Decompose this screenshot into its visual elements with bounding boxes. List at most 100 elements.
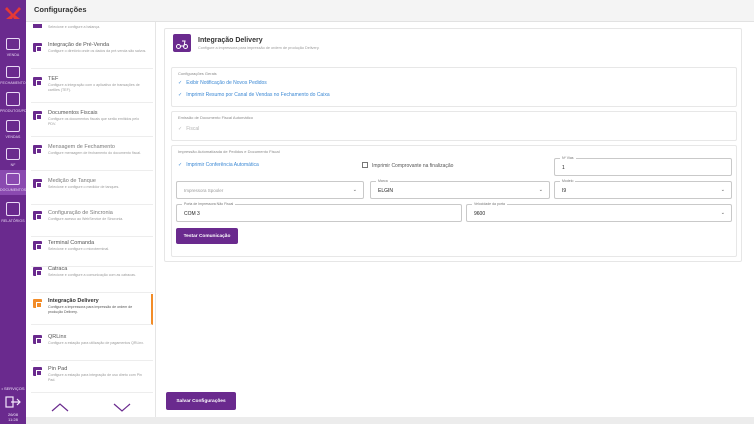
brand-select[interactable]: Marca ELGIN ⌄ xyxy=(370,179,550,199)
clock-time: 11:28 xyxy=(8,417,18,422)
list-item-title: Documentos Fiscais xyxy=(48,110,98,116)
nf-icon xyxy=(6,148,20,160)
list-item-medicao-tanque[interactable]: Medição de Tanque Selecione e configure … xyxy=(31,174,153,205)
show-notifications-option[interactable]: ✓ Exibir Notificação de Novos Pedidos xyxy=(178,80,267,86)
products-icon xyxy=(6,92,20,106)
list-item-integracao-delivery[interactable]: Integração Delivery Configure a impresso… xyxy=(31,294,153,325)
rail-item-label: RELATÓRIOS xyxy=(1,219,25,223)
fiscal-option[interactable]: ✓ Fiscal xyxy=(178,126,199,132)
list-item-desc: Configure o diretório onde os dados da p… xyxy=(48,49,147,53)
print-section: Impressão Automatizada de Pedidos e Docu… xyxy=(171,145,737,257)
delivery-icon xyxy=(173,34,191,52)
list-item-pin-pad[interactable]: Pin Pad Configure a estação para integra… xyxy=(31,362,153,393)
list-item-qrlinx[interactable]: QRLinx Configure a estação para utilizaç… xyxy=(31,330,153,361)
field-label: Marca xyxy=(376,179,390,183)
check-icon: ✓ xyxy=(178,80,183,86)
list-item-title: Integração de Pré-Venda xyxy=(48,42,110,48)
rail-item-label: VENDAS xyxy=(5,135,21,139)
option-label: Imprimir Resumo por Canal de Vendas no F… xyxy=(186,92,330,98)
field-label: Porta de Impressora Não Fiscal xyxy=(182,202,236,206)
checkbox-icon[interactable] xyxy=(362,162,368,168)
page-title: Configurações xyxy=(34,5,87,14)
message-icon xyxy=(33,145,42,154)
chevron-down-icon[interactable] xyxy=(112,401,132,413)
list-item-sincronia[interactable]: Configuração de Sincronia Configure aces… xyxy=(31,206,153,237)
list-item-tef[interactable]: TEF Configure a integração com o aplicat… xyxy=(31,72,153,103)
list-item-title: Medição de Tanque xyxy=(48,178,96,184)
reports-icon xyxy=(6,202,20,216)
fiscal-document-icon xyxy=(33,111,42,120)
chevron-down-icon: ⌄ xyxy=(352,187,357,193)
documents-icon xyxy=(6,173,20,185)
settings-panel: Integração Delivery Configure a impresso… xyxy=(160,22,754,417)
list-item-catraca[interactable]: Catraca Selecione e configure a comunica… xyxy=(31,262,153,293)
port-speed-select[interactable]: Velocidade da porta 9600 ⌄ xyxy=(466,202,732,222)
rail-item-label: DOCUMENTOS xyxy=(0,188,27,192)
list-item-desc: Configure acesso ao WebService de Sincro… xyxy=(48,217,124,221)
save-settings-button[interactable]: Salvar Configurações xyxy=(166,392,236,410)
spooler-select[interactable]: Impressora Spooler ⌄ xyxy=(176,181,364,199)
list-item-title: Configuração de Sincronia xyxy=(48,210,113,216)
rail-item-produtos[interactable]: PRODUTOS/PDV xyxy=(0,92,29,113)
field-value: 9600 xyxy=(474,211,486,217)
list-item-documentos-fiscais[interactable]: Documentos Fiscais Configure os document… xyxy=(31,106,153,137)
section-title: Configurações Gerais xyxy=(178,71,217,76)
clock: 26/08 11:28 xyxy=(0,412,26,422)
pre-sale-icon xyxy=(33,43,42,52)
list-item-title: Integração Delivery xyxy=(48,298,99,304)
field-value: ELGIN xyxy=(378,188,394,194)
list-item-desc: Configure a estação para integração de u… xyxy=(48,373,142,382)
card-icon xyxy=(33,77,42,86)
turnstile-icon xyxy=(33,267,42,276)
delivery-card: Integração Delivery Configure a impresso… xyxy=(164,28,742,262)
print-receipt-option[interactable]: Imprimir Comprovante na finalização xyxy=(362,162,453,169)
field-value: I9 xyxy=(562,188,567,194)
print-conference-option[interactable]: ✓ Imprimir Conferência Automática xyxy=(178,162,259,168)
rail-item-vendas[interactable]: VENDAS xyxy=(0,120,26,139)
list-item-desc: Selecione e configure o medidor de tanqu… xyxy=(48,185,120,189)
option-label: Fiscal xyxy=(186,126,200,132)
list-item-title: QRLinx xyxy=(48,334,67,340)
rail-item-label: NF xyxy=(10,163,16,167)
card-title: Integração Delivery xyxy=(198,37,263,44)
list-item-desc: Selecione e configure a comunicação com … xyxy=(48,273,136,277)
chevron-up-icon[interactable] xyxy=(50,401,70,413)
port-field[interactable]: Porta de Impressora Não Fiscal COM 3 xyxy=(176,202,462,222)
check-icon: ✓ xyxy=(178,126,183,132)
list-item[interactable]: Selecione e configure a balança. xyxy=(31,22,153,32)
terminal-icon xyxy=(33,241,42,250)
scale-icon xyxy=(33,24,42,28)
list-item-desc: Configure a integração com o aplicativo … xyxy=(48,83,140,92)
card-subtitle: Configure a impressora para impressão de… xyxy=(198,46,320,50)
list-item-title: Terminal Comanda xyxy=(48,240,95,246)
list-item-desc: Configure os documentos fiscais que serã… xyxy=(48,117,140,126)
rail-item-label: VENDA xyxy=(6,53,20,57)
chevron-down-icon: ⌄ xyxy=(720,187,725,193)
list-item-mensagem-fechamento[interactable]: Mensagem de Fechamento Configure mensage… xyxy=(31,140,153,171)
test-communication-button[interactable]: Testar Comunicação xyxy=(176,228,238,244)
app-logo-icon xyxy=(5,7,21,19)
list-item-title: TEF xyxy=(48,76,59,82)
sales-icon xyxy=(6,120,20,132)
rail-item-nf[interactable]: NF xyxy=(0,148,26,167)
rail-item-relatorios[interactable]: RELATÓRIOS xyxy=(0,202,26,223)
delivery-icon xyxy=(33,299,42,308)
rail-item-documentos[interactable]: DOCUMENTOS xyxy=(0,170,26,195)
chevron-down-icon: ⌄ xyxy=(720,210,725,216)
model-select[interactable]: Modelo I9 ⌄ xyxy=(554,179,732,199)
rail-item-venda[interactable]: VENDA xyxy=(0,38,26,57)
scooter-icon xyxy=(176,40,188,49)
list-item-title: Mensagem de Fechamento xyxy=(48,144,115,150)
list-item-desc: Configure a estação para utilização de p… xyxy=(48,341,145,345)
print-summary-option[interactable]: ✓ Imprimir Resumo por Canal de Vendas no … xyxy=(178,92,330,98)
rail-services-label[interactable]: • SERVIÇOS xyxy=(0,386,26,391)
logout-icon[interactable] xyxy=(5,396,21,408)
general-settings-section: Configurações Gerais ✓ Exibir Notificação… xyxy=(171,67,737,107)
list-item-pre-venda[interactable]: Integração de Pré-Venda Configure o dire… xyxy=(31,38,153,69)
check-icon: ✓ xyxy=(178,162,183,168)
rail-item-fechamento[interactable]: FECHAMENTO xyxy=(0,66,26,85)
calculator-icon xyxy=(6,66,20,78)
list-item-desc: Selecione e configure o microterminal. xyxy=(48,247,110,251)
copies-field[interactable]: Nº Vias 1 xyxy=(554,156,732,176)
app-rail: VENDA FECHAMENTO PRODUTOS/PDV VENDAS NF … xyxy=(0,0,29,424)
